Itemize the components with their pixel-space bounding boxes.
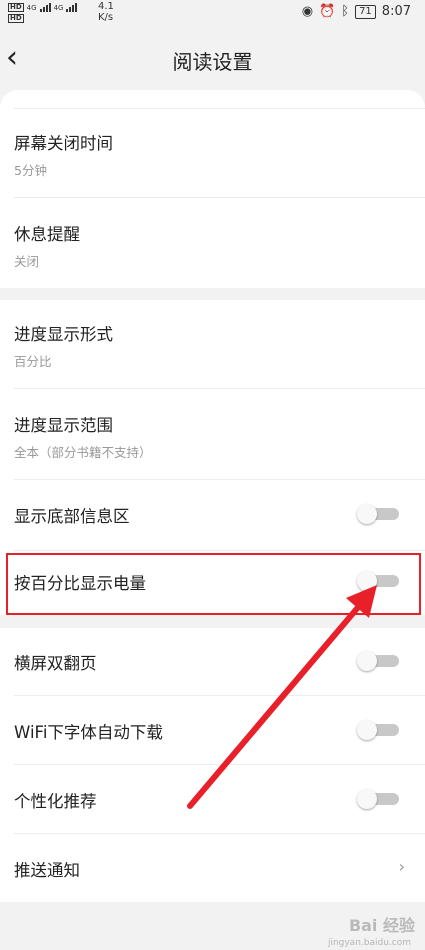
page-title: 阅读设置	[172, 50, 253, 74]
battery-indicator: 71	[355, 4, 376, 19]
settings-card-progress: 进度显示形式 百分比 进度显示范围 全本（部分书籍不支持） 显示底部信息区 按百…	[0, 300, 425, 615]
divider	[14, 479, 425, 480]
setting-wifi-font-download: WiFi下字体自动下载	[14, 719, 405, 749]
setting-value: 关闭	[14, 254, 40, 269]
setting-value: 百分比	[14, 354, 52, 369]
chevron-right-icon: ›	[398, 857, 405, 876]
setting-title: 个性化推荐	[14, 792, 97, 811]
clock: 8:07	[381, 4, 411, 19]
watermark-url: jingyan.baidu.com	[327, 938, 411, 948]
signal-type: 4G	[53, 3, 64, 12]
hd-badge: HD	[8, 3, 24, 12]
settings-card-other: 横屏双翻页 WiFi下字体自动下载 个性化推荐 推送通知 ›	[0, 628, 425, 902]
settings-card-display: 屏幕关闭时间 5分钟 休息提醒 关闭	[0, 90, 425, 288]
divider	[14, 108, 425, 109]
watermark-logo: Bai 经验	[348, 916, 415, 935]
battery-percent-toggle[interactable]	[357, 571, 399, 591]
divider	[14, 833, 425, 834]
setting-title: 推送通知	[14, 861, 80, 880]
status-icons: ◉ ⏰ ᛒ 71 8:07	[302, 4, 411, 19]
signal-strength-icon	[39, 3, 51, 12]
bluetooth-icon: ᛒ	[341, 4, 350, 19]
setting-rest-reminder[interactable]: 休息提醒 关闭	[14, 221, 405, 271]
setting-battery-percent: 按百分比显示电量	[14, 570, 405, 600]
setting-title: 按百分比显示电量	[14, 574, 146, 593]
toggle-knob	[357, 571, 377, 591]
toggle-knob	[357, 651, 377, 671]
toggle-knob	[357, 789, 377, 809]
landscape-double-toggle[interactable]	[357, 651, 399, 671]
divider	[14, 197, 425, 198]
setting-landscape-double: 横屏双翻页	[14, 650, 405, 680]
setting-screen-off-time[interactable]: 屏幕关闭时间 5分钟	[14, 130, 405, 180]
status-bar: HD 4G 4G HD 4.1 K/s ◉ ⏰ ᛒ 71 8:07	[0, 0, 425, 28]
hd-badge: HD	[8, 14, 24, 23]
toggle-knob	[357, 720, 377, 740]
setting-progress-range[interactable]: 进度显示范围 全本（部分书籍不支持）	[14, 412, 405, 462]
setting-title: 显示底部信息区	[14, 507, 130, 526]
divider	[14, 550, 425, 551]
setting-title: WiFi下字体自动下载	[14, 723, 163, 742]
wifi-font-download-toggle[interactable]	[357, 720, 399, 740]
alarm-icon: ⏰	[319, 4, 336, 19]
divider	[14, 764, 425, 765]
personalized-toggle[interactable]	[357, 789, 399, 809]
speed-unit: K/s	[98, 12, 114, 23]
bottom-info-toggle[interactable]	[357, 504, 399, 524]
speed-value: 4.1	[98, 1, 114, 12]
setting-title: 进度显示范围	[14, 416, 113, 435]
setting-value: 5分钟	[14, 163, 47, 178]
signal-type: 4G	[26, 3, 37, 12]
divider	[14, 388, 425, 389]
setting-value: 全本（部分书籍不支持）	[14, 445, 152, 460]
setting-title: 横屏双翻页	[14, 654, 97, 673]
setting-title: 屏幕关闭时间	[14, 134, 113, 153]
app-header: ‹ 阅读设置	[0, 28, 425, 90]
setting-title: 休息提醒	[14, 225, 80, 244]
setting-title: 进度显示形式	[14, 325, 113, 344]
toggle-knob	[357, 504, 377, 524]
setting-bottom-info: 显示底部信息区	[14, 503, 405, 533]
network-indicators: HD 4G 4G HD	[8, 2, 78, 24]
network-speed: 4.1 K/s	[98, 1, 114, 23]
signal-strength-icon	[66, 3, 78, 12]
divider	[14, 695, 425, 696]
setting-personalized: 个性化推荐	[14, 788, 405, 818]
eye-icon: ◉	[301, 4, 314, 19]
setting-push-notifications[interactable]: 推送通知 ›	[14, 857, 405, 887]
setting-progress-style[interactable]: 进度显示形式 百分比	[14, 321, 405, 371]
